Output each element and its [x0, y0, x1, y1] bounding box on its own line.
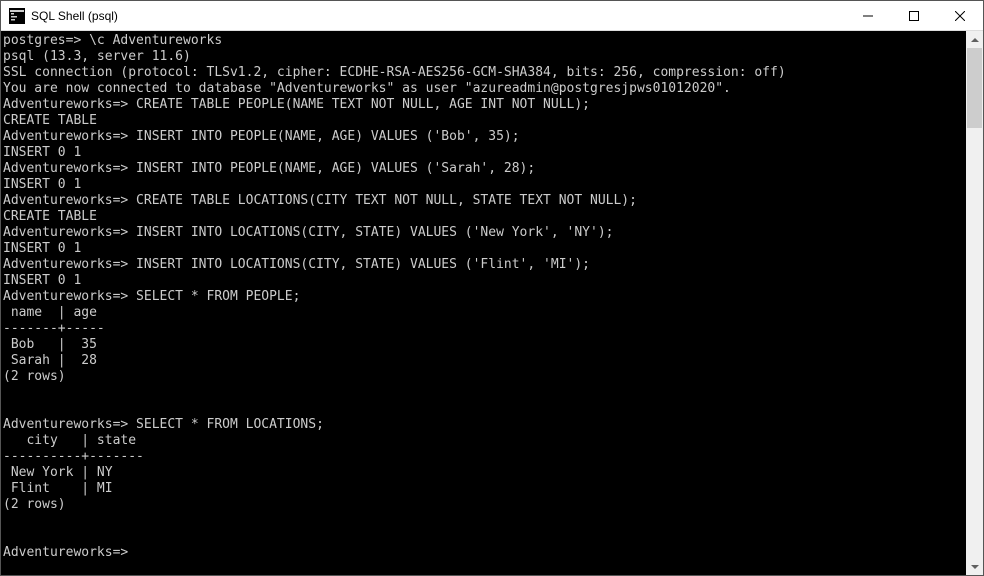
terminal-line: [3, 401, 966, 417]
terminal-line: INSERT 0 1: [3, 145, 966, 161]
terminal-wrap: postgres=> \c Adventureworkspsql (13.3, …: [1, 31, 983, 575]
scrollbar-vertical[interactable]: [966, 31, 983, 575]
terminal-line: postgres=> \c Adventureworks: [3, 33, 966, 49]
terminal-line: Adventureworks=> INSERT INTO PEOPLE(NAME…: [3, 129, 966, 145]
terminal-line: Adventureworks=> INSERT INTO PEOPLE(NAME…: [3, 161, 966, 177]
scrollbar-down-arrow[interactable]: [966, 558, 983, 575]
app-icon: [9, 8, 25, 24]
terminal-line: name | age: [3, 305, 966, 321]
scrollbar-thumb[interactable]: [967, 48, 982, 128]
terminal-line: -------+-----: [3, 321, 966, 337]
terminal-output[interactable]: postgres=> \c Adventureworkspsql (13.3, …: [1, 31, 966, 575]
terminal-line: Bob | 35: [3, 337, 966, 353]
terminal-line: New York | NY: [3, 465, 966, 481]
terminal-line: (2 rows): [3, 369, 966, 385]
titlebar[interactable]: SQL Shell (psql): [1, 1, 983, 31]
terminal-line: INSERT 0 1: [3, 273, 966, 289]
terminal-line: Adventureworks=> SELECT * FROM LOCATIONS…: [3, 417, 966, 433]
scrollbar-up-arrow[interactable]: [966, 31, 983, 48]
terminal-line: ----------+-------: [3, 449, 966, 465]
terminal-line: Adventureworks=>: [3, 545, 966, 561]
terminal-line: Flint | MI: [3, 481, 966, 497]
terminal-line: [3, 513, 966, 529]
terminal-line: INSERT 0 1: [3, 241, 966, 257]
terminal-line: You are now connected to database "Adven…: [3, 81, 966, 97]
minimize-button[interactable]: [845, 1, 891, 30]
maximize-button[interactable]: [891, 1, 937, 30]
terminal-line: Adventureworks=> CREATE TABLE PEOPLE(NAM…: [3, 97, 966, 113]
terminal-line: CREATE TABLE: [3, 209, 966, 225]
terminal-line: INSERT 0 1: [3, 177, 966, 193]
window-frame: SQL Shell (psql) postgres=> \c Adventure…: [0, 0, 984, 576]
terminal-line: Sarah | 28: [3, 353, 966, 369]
terminal-line: [3, 529, 966, 545]
terminal-line: (2 rows): [3, 497, 966, 513]
terminal-line: Adventureworks=> INSERT INTO LOCATIONS(C…: [3, 257, 966, 273]
window-title: SQL Shell (psql): [31, 9, 845, 23]
window-controls: [845, 1, 983, 30]
terminal-line: Adventureworks=> CREATE TABLE LOCATIONS(…: [3, 193, 966, 209]
terminal-line: Adventureworks=> SELECT * FROM PEOPLE;: [3, 289, 966, 305]
terminal-line: SSL connection (protocol: TLSv1.2, ciphe…: [3, 65, 966, 81]
close-button[interactable]: [937, 1, 983, 30]
terminal-line: Adventureworks=> INSERT INTO LOCATIONS(C…: [3, 225, 966, 241]
terminal-line: psql (13.3, server 11.6): [3, 49, 966, 65]
terminal-line: [3, 385, 966, 401]
terminal-line: CREATE TABLE: [3, 113, 966, 129]
terminal-line: city | state: [3, 433, 966, 449]
